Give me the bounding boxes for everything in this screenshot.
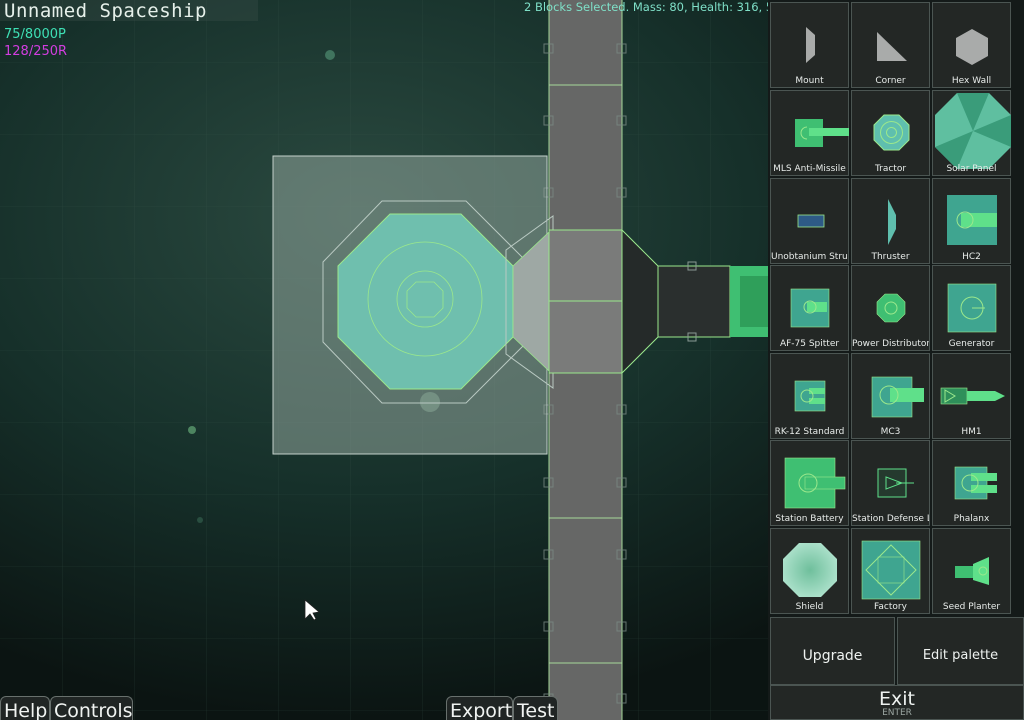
palette-item-factory[interactable]: Factory bbox=[851, 528, 930, 614]
palette-item-corner[interactable]: Corner bbox=[851, 2, 930, 88]
block-palette: Mount Corner Hex Wall MLS Anti-Missile T… bbox=[768, 0, 1024, 720]
palette-item-power-distributor[interactable]: Power Distributor bbox=[851, 265, 930, 351]
test-label: Test bbox=[517, 700, 555, 720]
palette-item-label: HC2 bbox=[962, 252, 981, 262]
export-label: Export bbox=[450, 700, 513, 720]
help-button[interactable]: Help bbox=[0, 696, 50, 720]
power-readout: 75/8000P bbox=[4, 27, 66, 42]
palette-item-label: Thruster bbox=[871, 252, 910, 262]
palette-item-label: Mount bbox=[795, 76, 824, 86]
selection-status: 2 Blocks Selected. Mass: 80, Health: 316… bbox=[524, 0, 768, 14]
palette-item-mount[interactable]: Mount bbox=[770, 2, 849, 88]
palette-item-mc3[interactable]: MC3 bbox=[851, 353, 930, 439]
palette-item-label: Factory bbox=[874, 602, 907, 612]
palette-item-label: Station Defense Laser bbox=[852, 514, 929, 524]
palette-item-label: Unobtanium Strut bbox=[771, 252, 848, 262]
export-button[interactable]: Export bbox=[446, 696, 513, 720]
palette-item-rk-12-standard[interactable]: RK-12 Standard bbox=[770, 353, 849, 439]
palette-item-label: RK-12 Standard bbox=[774, 427, 845, 437]
controls-button[interactable]: Controls bbox=[50, 696, 133, 720]
palette-item-unobtanium-strut[interactable]: Unobtanium Strut bbox=[770, 178, 849, 264]
exit-button[interactable]: Exit ENTER bbox=[770, 685, 1024, 720]
exit-label: Exit bbox=[879, 688, 915, 710]
palette-item-shield[interactable]: Shield bbox=[770, 528, 849, 614]
spitter-block[interactable] bbox=[730, 266, 768, 337]
palette-item-label: Hex Wall bbox=[951, 76, 992, 86]
palette-item-label: Station Battery bbox=[775, 514, 844, 524]
palette-item-hex-wall[interactable]: Hex Wall bbox=[932, 2, 1011, 88]
ship-name[interactable]: Unnamed Spaceship bbox=[4, 0, 207, 22]
resource-readout: 128/250R bbox=[4, 44, 68, 59]
palette-item-label: Power Distributor bbox=[852, 339, 929, 349]
upgrade-button[interactable]: Upgrade bbox=[770, 617, 895, 685]
edit-palette-label: Edit palette bbox=[922, 648, 999, 663]
upgrade-label: Upgrade bbox=[802, 648, 863, 664]
palette-item-label: Solar Panel bbox=[946, 164, 997, 174]
palette-item-label: Corner bbox=[875, 76, 906, 86]
edit-palette-button[interactable]: Edit palette bbox=[897, 617, 1024, 685]
palette-item-phalanx[interactable]: Phalanx bbox=[932, 440, 1011, 526]
exit-hint: ENTER bbox=[882, 708, 912, 718]
palette-item-label: MC3 bbox=[880, 427, 901, 437]
help-label: Help bbox=[4, 700, 48, 720]
palette-item-seed-planter[interactable]: Seed Planter bbox=[932, 528, 1011, 614]
palette-item-hm1[interactable]: HM1 bbox=[932, 353, 1011, 439]
palette-item-solar-panel[interactable]: Solar Panel bbox=[932, 90, 1011, 176]
palette-item-af-75-spitter[interactable]: AF-75 Spitter bbox=[770, 265, 849, 351]
palette-item-mls-anti-missile[interactable]: MLS Anti-Missile bbox=[770, 90, 849, 176]
palette-item-label: Seed Planter bbox=[942, 602, 1001, 612]
palette-item-label: Tractor bbox=[874, 164, 907, 174]
controls-label: Controls bbox=[54, 700, 133, 720]
palette-item-label: Shield bbox=[795, 602, 824, 612]
palette-item-label: AF-75 Spitter bbox=[779, 339, 840, 349]
palette-item-generator[interactable]: Generator bbox=[932, 265, 1011, 351]
palette-item-label: Phalanx bbox=[953, 514, 990, 524]
palette-item-label: HM1 bbox=[961, 427, 982, 437]
palette-item-tractor[interactable]: Tractor bbox=[851, 90, 930, 176]
palette-item-label: Generator bbox=[948, 339, 995, 349]
palette-item-station-defense-laser[interactable]: Station Defense Laser bbox=[851, 440, 930, 526]
palette-item-station-battery[interactable]: Station Battery bbox=[770, 440, 849, 526]
palette-item-thruster[interactable]: Thruster bbox=[851, 178, 930, 264]
palette-item-label: MLS Anti-Missile bbox=[773, 164, 846, 174]
palette-item-hc2[interactable]: HC2 bbox=[932, 178, 1011, 264]
test-button[interactable]: Test bbox=[513, 696, 558, 720]
